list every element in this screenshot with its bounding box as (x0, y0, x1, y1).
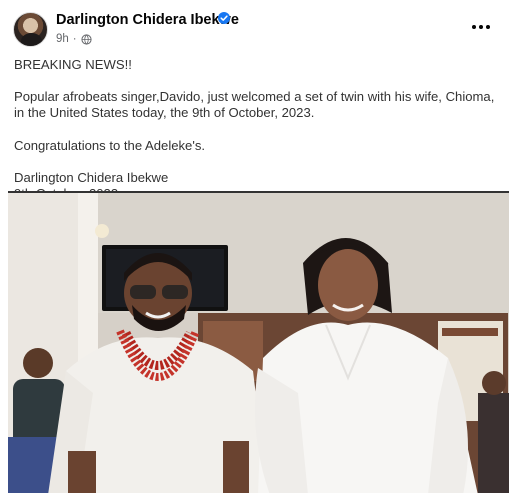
meta-separator: · (72, 33, 77, 45)
post-body: BREAKING NEWS!! Popular afrobeats singer… (14, 57, 502, 202)
verified-badge-icon (218, 12, 230, 24)
post-meta: 9h · (56, 33, 92, 45)
post-paragraph-news: Popular afrobeats singer,Davido, just we… (14, 89, 495, 121)
post-time[interactable]: 9h (56, 33, 69, 45)
facebook-post: Darlington Chidera Ibekwe 9h · BREAKING … (0, 0, 512, 493)
post-paragraph-congrats: Congratulations to the Adeleke's. (14, 137, 206, 153)
author-avatar[interactable] (13, 12, 48, 47)
author-name[interactable]: Darlington Chidera Ibekwe (56, 12, 239, 28)
couple-photo-illustration (8, 193, 509, 493)
post-header: Darlington Chidera Ibekwe 9h · (0, 0, 512, 52)
globe-icon[interactable] (81, 33, 92, 45)
post-paragraph-headline: BREAKING NEWS!! (14, 57, 132, 72)
post-photo[interactable] (8, 191, 509, 493)
more-options-icon[interactable] (470, 20, 492, 34)
signature-name: Darlington Chidera Ibekwe (14, 169, 169, 185)
